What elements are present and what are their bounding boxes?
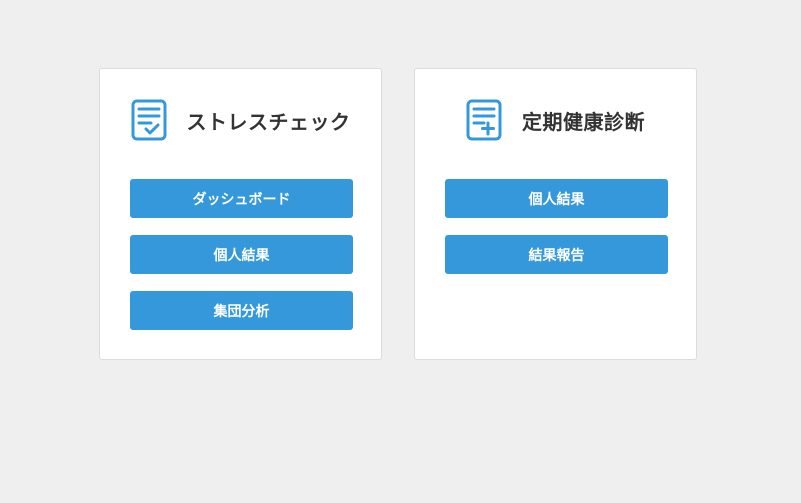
health-checkup-header: 定期健康診断 <box>415 99 696 141</box>
stress-individual-results-button[interactable]: 個人結果 <box>130 235 353 274</box>
checkup-individual-results-button[interactable]: 個人結果 <box>445 179 668 218</box>
health-checkup-title: 定期健康診断 <box>522 109 645 134</box>
app-stage: ストレスチェック ダッシュボード 個人結果 集団分析 定期健康診断 個人結果 結… <box>0 0 801 503</box>
dashboard-button[interactable]: ダッシュボード <box>130 179 353 218</box>
stress-check-title: ストレスチェック <box>186 109 351 134</box>
stress-check-header: ストレスチェック <box>100 99 381 141</box>
health-checkup-card: 定期健康診断 個人結果 結果報告 <box>414 68 697 360</box>
clipboard-plus-icon <box>466 99 502 141</box>
result-report-button[interactable]: 結果報告 <box>445 235 668 274</box>
stress-check-menu: ダッシュボード 個人結果 集団分析 <box>130 179 353 330</box>
health-checkup-menu: 個人結果 結果報告 <box>445 179 668 274</box>
clipboard-check-icon <box>131 99 167 141</box>
group-analysis-button[interactable]: 集団分析 <box>130 291 353 330</box>
stress-check-card: ストレスチェック ダッシュボード 個人結果 集団分析 <box>99 68 382 360</box>
